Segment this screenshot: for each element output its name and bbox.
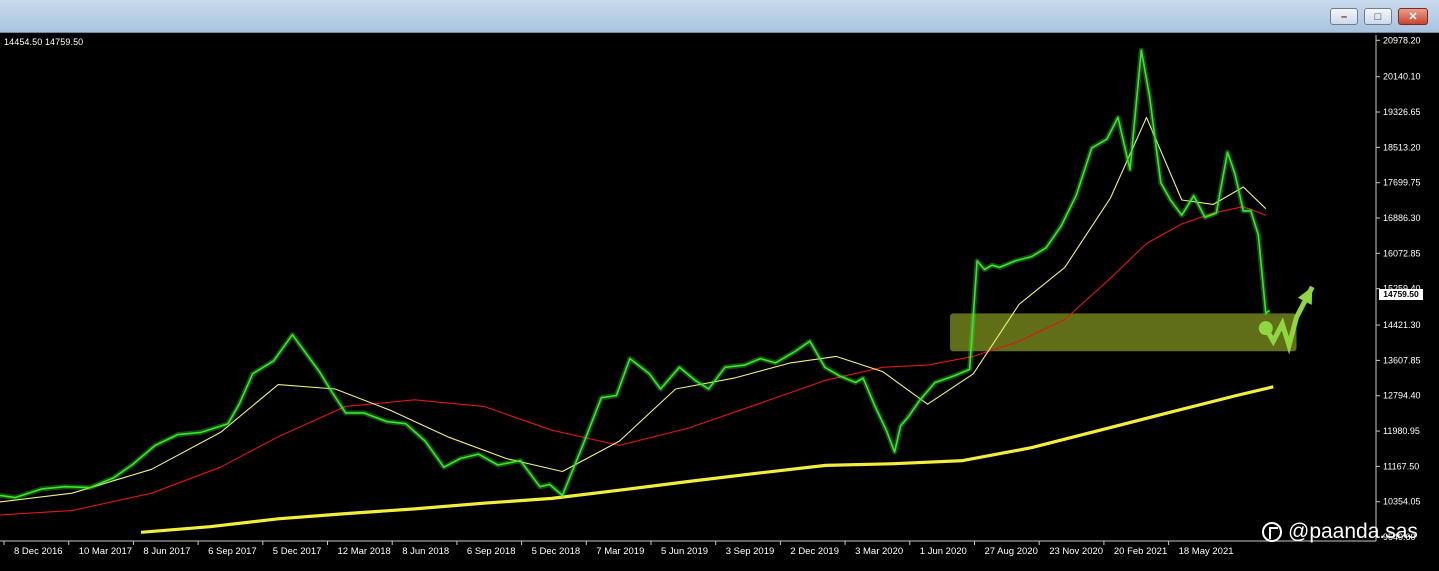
x-tick-label: 8 Dec 2016 <box>14 546 63 557</box>
watermark-text: @paanda.sas <box>1288 520 1418 543</box>
x-tick-label: 23 Nov 2020 <box>1049 546 1103 557</box>
x-tick-label: 2 Dec 2019 <box>790 546 839 557</box>
pandas-logo-icon <box>1262 522 1282 542</box>
x-tick-label: 27 Aug 2020 <box>985 546 1038 557</box>
y-tick-label: 12794.40 <box>1383 391 1421 401</box>
y-tick-label: 19326.65 <box>1383 107 1421 117</box>
x-tick-label: 8 Jun 2018 <box>402 546 449 557</box>
x-tick-label: 8 Jun 2017 <box>143 546 190 557</box>
ohlc-readout: 14454.50 14759.50 <box>4 37 84 47</box>
x-tick-label: 5 Jun 2019 <box>661 546 708 557</box>
price-chart: 20978.20 20140.10 19326.65 18513.20 17699.75… <box>0 35 1421 557</box>
x-tick-label: 3 Sep 2019 <box>726 546 775 557</box>
y-tick-label: 16886.30 <box>1383 213 1421 223</box>
y-tick-label: 11980.95 <box>1383 426 1420 436</box>
y-tick-label: 11167.50 <box>1383 461 1419 471</box>
series-line-price <box>0 49 1270 499</box>
y-tick-label: 13607.85 <box>1383 355 1421 365</box>
price-line-band <box>0 47 1271 501</box>
y-tick-label: 16072.85 <box>1383 248 1421 258</box>
current-price-tag: 14759.50 <box>1379 289 1423 300</box>
x-tick-label: 5 Dec 2017 <box>273 546 322 557</box>
x-tick-label: 3 Mar 2020 <box>855 546 903 557</box>
x-tick-label: 1 Jun 2020 <box>920 546 967 557</box>
x-tick-label: 20 Feb 2021 <box>1114 546 1167 557</box>
support-zone <box>950 313 1297 352</box>
series-line-ma-long <box>140 385 1274 534</box>
x-tick-label: 18 May 2021 <box>1179 546 1234 557</box>
x-tick-label: 6 Sep 2017 <box>208 546 257 557</box>
x-tick-label: 10 Mar 2017 <box>79 546 132 557</box>
watermark: @paanda.sas <box>1262 520 1418 544</box>
x-tick-label: 7 Mar 2019 <box>596 546 644 557</box>
y-tick-label: 10354.05 <box>1383 497 1421 507</box>
y-tick-label: 20978.20 <box>1383 35 1421 45</box>
y-tick-label: 18513.20 <box>1383 142 1421 152</box>
x-tick-label: 12 Mar 2018 <box>338 546 391 557</box>
x-tick-label: 5 Dec 2018 <box>532 546 581 557</box>
y-tick-label: 14421.30 <box>1383 320 1421 330</box>
x-tick-label: 6 Sep 2018 <box>467 546 516 557</box>
y-tick-label: 20140.10 <box>1383 72 1421 82</box>
y-tick-label: 17699.75 <box>1383 178 1421 188</box>
